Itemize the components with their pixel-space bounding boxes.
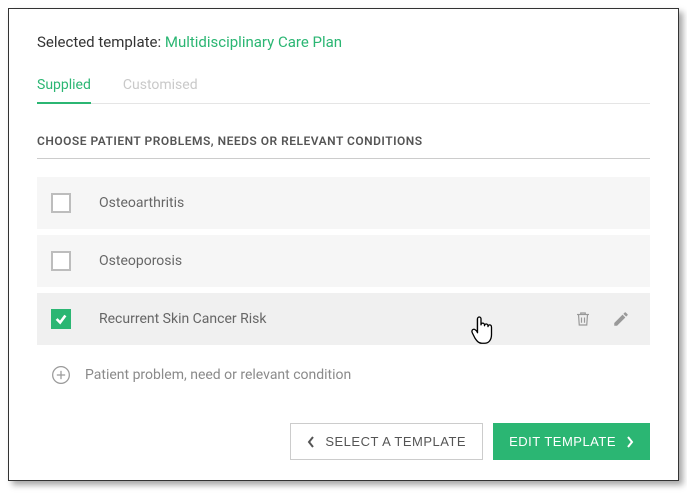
tab-bar: Supplied Customised bbox=[37, 69, 650, 104]
problem-label: Osteoarthritis bbox=[99, 195, 636, 211]
problem-row-osteoporosis[interactable]: Osteoporosis bbox=[37, 235, 650, 287]
row-actions bbox=[574, 310, 636, 328]
template-panel: Selected template: Multidisciplinary Car… bbox=[8, 8, 679, 481]
selected-template-name: Multidisciplinary Care Plan bbox=[165, 33, 342, 51]
problem-label: Recurrent Skin Cancer Risk bbox=[99, 311, 574, 327]
selected-template-prefix: Selected template: bbox=[37, 33, 161, 51]
tab-customised[interactable]: Customised bbox=[123, 69, 198, 103]
selected-template-header: Selected template: Multidisciplinary Car… bbox=[37, 33, 650, 51]
add-problem-label: Patient problem, need or relevant condit… bbox=[85, 367, 351, 383]
pencil-icon[interactable] bbox=[612, 310, 630, 328]
edit-template-button[interactable]: EDIT TEMPLATE bbox=[493, 423, 650, 460]
checkbox-checked[interactable] bbox=[51, 309, 71, 329]
section-title: CHOOSE PATIENT PROBLEMS, NEEDS OR RELEVA… bbox=[37, 134, 650, 159]
problem-row-skin-cancer[interactable]: Recurrent Skin Cancer Risk bbox=[37, 293, 650, 345]
checkbox-unchecked[interactable] bbox=[51, 251, 71, 271]
footer-actions: SELECT A TEMPLATE EDIT TEMPLATE bbox=[37, 423, 650, 460]
add-problem-row[interactable]: Patient problem, need or relevant condit… bbox=[37, 351, 650, 395]
trash-icon[interactable] bbox=[574, 310, 592, 328]
problem-list: Osteoarthritis Osteoporosis Recurrent Sk… bbox=[37, 177, 650, 395]
problem-label: Osteoporosis bbox=[99, 253, 636, 269]
plus-circle-icon bbox=[51, 365, 71, 385]
select-template-label: SELECT A TEMPLATE bbox=[325, 434, 466, 449]
problem-row-osteoarthritis[interactable]: Osteoarthritis bbox=[37, 177, 650, 229]
chevron-right-icon bbox=[626, 436, 634, 448]
edit-template-label: EDIT TEMPLATE bbox=[509, 434, 616, 449]
tab-supplied[interactable]: Supplied bbox=[37, 69, 91, 103]
select-template-button[interactable]: SELECT A TEMPLATE bbox=[290, 423, 483, 460]
checkbox-unchecked[interactable] bbox=[51, 193, 71, 213]
chevron-left-icon bbox=[307, 436, 315, 448]
